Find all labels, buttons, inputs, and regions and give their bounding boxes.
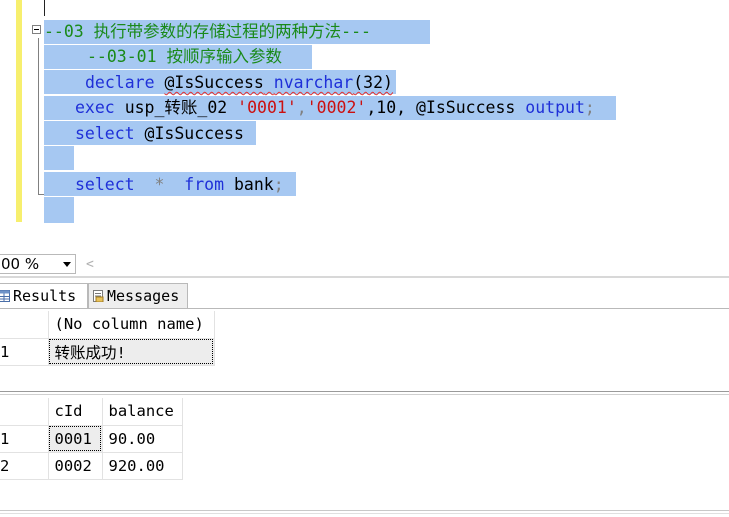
result-grid-1[interactable]: (No column name) 1 转账成功! [0, 311, 215, 366]
row-number-header [0, 398, 49, 426]
type-length: (32) [353, 73, 393, 92]
column-header[interactable]: (No column name) [48, 311, 215, 339]
zoom-dropdown[interactable]: 00 % [0, 254, 76, 274]
bottom-separator-shadow [0, 513, 729, 514]
grid-cell[interactable]: 转账成功! [48, 338, 215, 366]
procedure-name: usp_转账_02 [124, 98, 228, 117]
row-number[interactable]: 1 [0, 425, 49, 453]
table-row: 2 0002 920.00 [0, 452, 183, 480]
tab-messages-label: Messages [107, 287, 180, 305]
collapse-region-icon[interactable] [32, 25, 41, 34]
chevron-down-icon[interactable] [63, 262, 71, 267]
table-row: 1 转账成功! [0, 338, 215, 366]
keyword-select-2: select [75, 175, 135, 194]
star-operator: * [154, 175, 165, 194]
outline-guide [38, 38, 39, 194]
tab-results-label: Results [13, 287, 77, 305]
scroll-left-icon[interactable]: < [86, 257, 94, 272]
grid-icon [0, 290, 10, 302]
messages-icon [93, 290, 104, 302]
splitter[interactable] [0, 276, 729, 278]
keyword-output: output [525, 98, 585, 117]
result-grid-2[interactable]: cId balance 1 0001 90.00 2 0002 920.00 [0, 398, 183, 480]
selection-line-8 [44, 197, 74, 223]
selection-line-6 [44, 146, 74, 170]
args-rest: ,10, @IsSuccess [366, 98, 516, 117]
grid-cell-cid[interactable]: 0002 [48, 452, 103, 480]
change-tracking-bar [16, 0, 22, 222]
code-line-comment-2: --03-01 按顺序输入参数 [87, 47, 282, 66]
keyword-declare: declare [85, 73, 155, 92]
grid-cell-balance[interactable]: 920.00 [102, 452, 183, 480]
row-number[interactable]: 1 [0, 338, 49, 366]
row-number[interactable]: 2 [0, 452, 49, 480]
string-arg-2: '0002' [306, 98, 367, 117]
grid-header-row: (No column name) [0, 311, 215, 339]
zoom-value: 00 % [1, 255, 40, 273]
code-line-select-var: select @IsSuccess [75, 121, 244, 146]
tab-results[interactable]: Results [0, 283, 88, 309]
row-number-header [0, 311, 49, 339]
variable-issuccess-select: @IsSuccess [144, 124, 244, 143]
grid-cell-cid[interactable]: 0001 [48, 425, 103, 453]
grid-cell-balance[interactable]: 90.00 [102, 425, 183, 453]
keyword-from: from [184, 175, 225, 194]
variable-issuccess: @IsSuccess [164, 73, 264, 92]
semicolon: ; [584, 98, 595, 117]
column-header-balance[interactable]: balance [102, 398, 183, 426]
code-line-declare: declare @IsSuccess nvarchar(32) [85, 70, 393, 95]
keyword-select: select [75, 124, 135, 143]
zoom-bar: 00 % < [0, 253, 729, 275]
arg-comma: , [296, 98, 307, 117]
semicolon-2: ; [273, 175, 284, 194]
bottom-separator [0, 510, 729, 511]
string-arg-1: '0001' [237, 98, 297, 117]
result-separator-shadow [0, 394, 729, 395]
keyword-exec: exec [75, 98, 115, 117]
code-line-select-bank: select * from bank; [75, 172, 284, 197]
type-nvarchar: nvarchar [273, 73, 354, 92]
grid-header-row: cId balance [0, 398, 183, 426]
table-row: 1 0001 90.00 [0, 425, 183, 453]
code-line-comment-1: --03 执行带参数的存储过程的两种方法--- [44, 22, 371, 41]
tab-messages[interactable]: Messages [88, 283, 188, 309]
results-tabs: Results Messages [0, 283, 729, 309]
text-cursor [44, 0, 45, 16]
column-header-cid[interactable]: cId [48, 398, 103, 426]
tab-underline [0, 308, 729, 309]
code-line-exec: exec usp_转账_02 '0001','0002',10, @IsSucc… [75, 95, 595, 120]
result-separator [0, 391, 729, 392]
table-name: bank [233, 175, 274, 194]
sql-editor[interactable]: --03 执行带参数的存储过程的两种方法--- --03-01 按顺序输入参数 … [0, 0, 729, 250]
